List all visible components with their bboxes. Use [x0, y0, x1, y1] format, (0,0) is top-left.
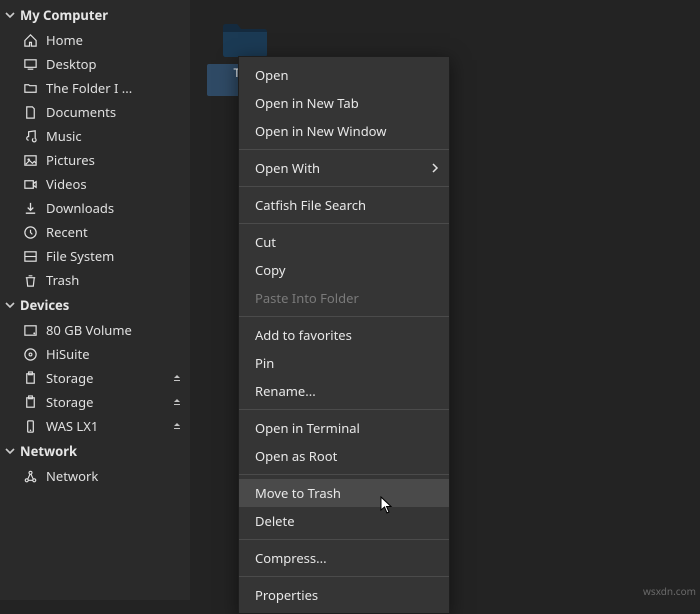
caret-down-icon [4, 445, 16, 457]
caret-down-icon [4, 299, 16, 311]
sidebar-item-label: Desktop [46, 55, 186, 73]
sidebar-item-was-lx1[interactable]: WAS LX1 [0, 414, 190, 438]
sidebar-item-label: Trash [46, 271, 186, 289]
downloads-icon [22, 200, 38, 216]
menu-item-move-to-trash[interactable]: Move to Trash [239, 479, 449, 507]
sidebar-item-documents[interactable]: Documents [0, 100, 190, 124]
sidebar-item-trash[interactable]: Trash [0, 268, 190, 292]
folder-context-menu: Open Open in New Tab Open in New Window … [238, 56, 450, 614]
sidebar-section-title: Devices [20, 296, 69, 314]
sidebar-section-title: Network [20, 442, 77, 460]
sidebar-item-label: Documents [46, 103, 186, 121]
menu-item-delete[interactable]: Delete [239, 507, 449, 535]
pictures-icon [22, 152, 38, 168]
sidebar-item-the-folder[interactable]: The Folder I ... [0, 76, 190, 100]
usb-icon [22, 370, 38, 386]
sidebar-item-label: File System [46, 247, 186, 265]
sidebar-item-label: Downloads [46, 199, 186, 217]
submenu-arrow-icon [431, 163, 439, 173]
disc-icon [22, 346, 38, 362]
menu-separator [239, 186, 449, 187]
sidebar-item-label: HiSuite [46, 345, 186, 363]
sidebar-section-mycomputer-header[interactable]: My Computer [0, 2, 190, 28]
sidebar-section-devices-header[interactable]: Devices [0, 292, 190, 318]
menu-item-rename[interactable]: Rename... [239, 377, 449, 405]
sidebar-item-80gb-volume[interactable]: 80 GB Volume [0, 318, 190, 342]
menu-separator [239, 223, 449, 224]
sidebar-item-home[interactable]: Home [0, 28, 190, 52]
usb-icon [22, 394, 38, 410]
menu-item-compress[interactable]: Compress... [239, 544, 449, 572]
filesystem-icon [22, 248, 38, 264]
menu-separator [239, 149, 449, 150]
folder-icon [22, 80, 38, 96]
menu-separator [239, 409, 449, 410]
desktop-icon [22, 56, 38, 72]
menu-item-open-in-terminal[interactable]: Open in Terminal [239, 414, 449, 442]
sidebar-item-music[interactable]: Music [0, 124, 190, 148]
sidebar-item-videos[interactable]: Videos [0, 172, 190, 196]
file-manager-window: My Computer Home Desktop The Folder I ..… [0, 0, 700, 600]
sidebar-item-label: Storage [46, 393, 164, 411]
drive-icon [22, 322, 38, 338]
menu-item-open-new-tab[interactable]: Open in New Tab [239, 89, 449, 117]
home-icon [22, 32, 38, 48]
eject-icon[interactable] [172, 373, 186, 383]
menu-separator [239, 576, 449, 577]
menu-item-open[interactable]: Open [239, 61, 449, 89]
menu-item-copy[interactable]: Copy [239, 256, 449, 284]
phone-icon [22, 418, 38, 434]
sidebar-item-file-system[interactable]: File System [0, 244, 190, 268]
sidebar-item-label: Videos [46, 175, 186, 193]
sidebar-item-label: The Folder I ... [46, 79, 186, 97]
menu-separator [239, 316, 449, 317]
network-icon [22, 468, 38, 484]
sidebar-item-storage-1[interactable]: Storage [0, 366, 190, 390]
sidebar-item-pictures[interactable]: Pictures [0, 148, 190, 172]
menu-item-cut[interactable]: Cut [239, 228, 449, 256]
folder-icon [221, 20, 269, 58]
trash-icon [22, 272, 38, 288]
sidebar-item-label: 80 GB Volume [46, 321, 186, 339]
menu-item-add-to-favorites[interactable]: Add to favorites [239, 321, 449, 349]
menu-item-pin[interactable]: Pin [239, 349, 449, 377]
sidebar-item-label: Storage [46, 369, 164, 387]
sidebar-item-storage-2[interactable]: Storage [0, 390, 190, 414]
recent-icon [22, 224, 38, 240]
eject-icon[interactable] [172, 397, 186, 407]
menu-separator [239, 539, 449, 540]
menu-item-open-with[interactable]: Open With [239, 154, 449, 182]
menu-item-catfish-search[interactable]: Catfish File Search [239, 191, 449, 219]
places-sidebar: My Computer Home Desktop The Folder I ..… [0, 0, 190, 600]
sidebar-item-label: Pictures [46, 151, 186, 169]
sidebar-section-title: My Computer [20, 6, 108, 24]
menu-item-properties[interactable]: Properties [239, 581, 449, 609]
sidebar-item-hisuite[interactable]: HiSuite [0, 342, 190, 366]
sidebar-item-desktop[interactable]: Desktop [0, 52, 190, 76]
menu-item-open-as-root[interactable]: Open as Root [239, 442, 449, 470]
documents-icon [22, 104, 38, 120]
sidebar-item-label: Network [46, 467, 186, 485]
music-icon [22, 128, 38, 144]
sidebar-item-label: WAS LX1 [46, 417, 164, 435]
menu-item-paste-into-folder: Paste Into Folder [239, 284, 449, 312]
menu-separator [239, 474, 449, 475]
sidebar-item-label: Music [46, 127, 186, 145]
sidebar-section-network-header[interactable]: Network [0, 438, 190, 464]
watermark-text: wsxdn.com [643, 584, 696, 598]
menu-item-open-new-window[interactable]: Open in New Window [239, 117, 449, 145]
sidebar-item-network[interactable]: Network [0, 464, 190, 488]
sidebar-item-downloads[interactable]: Downloads [0, 196, 190, 220]
sidebar-item-label: Home [46, 31, 186, 49]
sidebar-item-label: Recent [46, 223, 186, 241]
eject-icon[interactable] [172, 421, 186, 431]
videos-icon [22, 176, 38, 192]
sidebar-item-recent[interactable]: Recent [0, 220, 190, 244]
caret-down-icon [4, 9, 16, 21]
